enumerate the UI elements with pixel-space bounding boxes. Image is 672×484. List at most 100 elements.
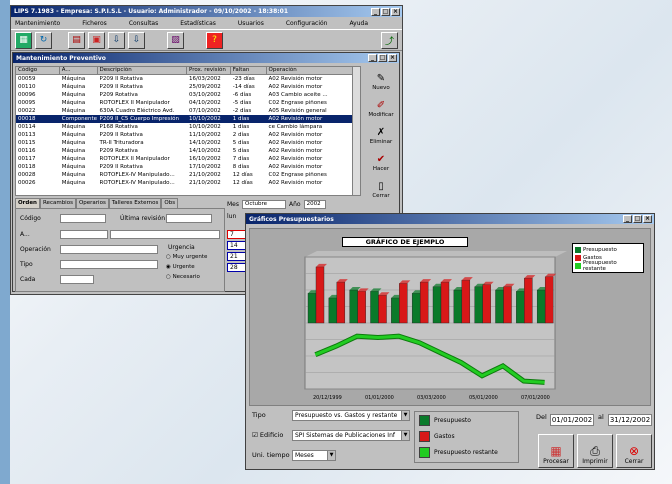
chart-plot-area: 20/12/1999 01/01/2000 03/03/2000 05/01/2000… <box>249 228 651 406</box>
col-operacion[interactable]: Operación <box>267 67 360 74</box>
del-label: Del <box>536 413 547 421</box>
table-cell: 00022 <box>18 108 36 114</box>
table-cell: 00110 <box>18 84 36 90</box>
table-row[interactable]: 00026 Máquina ROTOFLEX-IV Manipulado... 21/… <box>16 179 360 187</box>
eliminar-button[interactable]: ✗ Eliminar <box>366 121 396 145</box>
ano-label: Año <box>289 200 301 208</box>
table-cell: Máquina <box>61 180 86 186</box>
cada-field[interactable] <box>60 275 94 284</box>
tab-orden[interactable]: Orden <box>15 198 40 208</box>
close-button[interactable]: × <box>391 7 400 16</box>
table-row[interactable]: 00096 Máquina P209 Rotativa 03/10/2002 -6 dí… <box>16 91 360 99</box>
col-prox-revision[interactable]: Prox. revisión <box>187 67 231 74</box>
del-date-field[interactable]: 01/01/2002 <box>550 414 594 426</box>
table-row[interactable]: 00115 Máquina TR-II Trituradora 14/10/2002 5… <box>16 139 360 147</box>
radio-urgente[interactable]: ◉ Urgente <box>166 264 195 270</box>
maint-close-button[interactable]: × <box>388 54 397 62</box>
edificio-select[interactable]: SPI Sistemas de Publicaciones Inf ▼ <box>292 430 410 441</box>
table-cell: TR-II Trituradora <box>99 140 144 146</box>
tool-spacer3 <box>187 31 203 49</box>
nuevo-button[interactable]: ✎ Nuevo <box>366 67 396 91</box>
radio-necesario[interactable]: ○ Necesario <box>166 274 200 280</box>
tool-import-icon[interactable]: ⇩ <box>108 31 125 49</box>
tool-building-icon[interactable]: ▦ <box>15 31 32 49</box>
table-cell: Máquina <box>61 108 86 114</box>
cerrar-chart-button[interactable]: ⊗ Cerrar <box>616 434 652 468</box>
tool-book-icon[interactable]: ▣ <box>88 31 105 49</box>
table-body: 00059 Máquina P209 II Rotativa 16/03/2002 -2… <box>16 75 360 187</box>
modificar-button[interactable]: ✐ Modificar <box>366 94 396 118</box>
tool-exit-icon[interactable]: ⤴ <box>381 31 398 49</box>
menu-consultas[interactable]: Consultas <box>129 20 158 27</box>
tab-talleres[interactable]: Talleres Externos <box>108 198 162 208</box>
mes-select[interactable]: Octubre <box>242 199 286 209</box>
tool-spacer <box>55 31 65 49</box>
tool-refresh-icon[interactable]: ↻ <box>35 31 52 49</box>
menu-configuracion[interactable]: Configuración <box>286 20 328 27</box>
table-row[interactable]: 00110 Máquina P209 II Rotativa 25/09/2002 -1… <box>16 83 360 91</box>
tab-operarios[interactable]: Operarios <box>75 198 109 208</box>
menu-ayuda[interactable]: Ayuda <box>349 20 368 27</box>
radio-muy-urgente[interactable]: ○ Muy urgente <box>166 254 207 260</box>
menu-ficheros[interactable]: Ficheros <box>82 20 107 27</box>
bar-1-5 <box>419 281 429 324</box>
unitiempo-select[interactable]: Meses ▼ <box>292 450 336 461</box>
table-cell: Máquina <box>61 84 86 90</box>
col-a[interactable]: A... <box>60 67 98 74</box>
table-cell: A02 Revisión motor <box>268 132 323 138</box>
tool-doc-icon[interactable]: ▤ <box>68 31 85 49</box>
table-cell: A02 Revisión motor <box>268 164 323 170</box>
table-cell: A02 Revisión motor <box>268 148 323 154</box>
app-titlebar: LIPS 7.1983 - Empresa: S.P.I.S.L - Usuar… <box>11 6 402 17</box>
hacer-button[interactable]: ✔ Hacer <box>366 148 396 172</box>
tab-recambios[interactable]: Recambios <box>39 198 76 208</box>
tool-export-icon[interactable]: ⇩ <box>128 31 145 49</box>
table-row[interactable]: 00114 Máquina P168 Rotativa 10/10/2002 1 día… <box>16 123 360 131</box>
legend-restante: Presupuesto restante <box>575 260 641 272</box>
a-select[interactable] <box>60 230 108 239</box>
maint-maximize-button[interactable]: □ <box>378 54 387 62</box>
tool-chart-icon[interactable]: ▨ <box>167 31 184 49</box>
a-desc-field[interactable] <box>110 230 220 239</box>
menu-mantenimiento[interactable]: Mantenimiento <box>15 20 60 27</box>
maximize-button[interactable]: □ <box>381 7 390 16</box>
table-cell: 1 días <box>232 124 250 130</box>
edificio-checkbox[interactable]: ☑ Edificio <box>252 431 283 439</box>
table-row[interactable]: 00018 Componente P209 II_C5 Cuerpo Impresi… <box>16 115 360 123</box>
col-faltan[interactable]: Faltan <box>231 67 267 74</box>
chart-wall-top <box>305 251 567 257</box>
left-stripe <box>0 0 10 484</box>
table-row[interactable]: 00116 Máquina P209 Rotativa 14/10/2002 5 día… <box>16 147 360 155</box>
maint-minimize-button[interactable]: _ <box>368 54 377 62</box>
table-row[interactable]: 00059 Máquina P209 II Rotativa 16/03/2002 -2… <box>16 75 360 83</box>
operacion-select[interactable] <box>60 245 158 254</box>
table-row[interactable]: 00117 Máquina ROTOFLEX II Manipulador 16/10… <box>16 155 360 163</box>
tipo-select[interactable]: Presupuesto vs. Gastos y restante ▼ <box>292 410 410 421</box>
tipo-select[interactable] <box>60 260 158 269</box>
chart-close-button[interactable]: × <box>643 215 652 223</box>
table-row[interactable]: 00113 Máquina P209 II Rotativa 11/10/2002 2 … <box>16 131 360 139</box>
table-row[interactable]: 00022 Máquina 630A Cuadro Eléctrico Avd. 07… <box>16 107 360 115</box>
ultima-revision-field[interactable] <box>166 214 212 223</box>
table-row[interactable]: 00028 Máquina ROTOFLEX-IV Manipulado... 21/… <box>16 171 360 179</box>
imprimir-button[interactable]: ⎙ Imprimir <box>577 434 613 468</box>
codigo-field[interactable] <box>60 214 106 223</box>
table-row[interactable]: 00095 Máquina ROTOFLEX II Manipulador 04/10… <box>16 99 360 107</box>
ano-field[interactable]: 2002 <box>303 199 326 209</box>
chart-minimize-button[interactable]: _ <box>623 215 632 223</box>
chart-maximize-button[interactable]: □ <box>633 215 642 223</box>
bar-1-4 <box>399 283 408 324</box>
table-cell: 00117 <box>18 156 36 162</box>
tab-obs[interactable]: Obs <box>161 198 179 208</box>
menu-usuarios[interactable]: Usuarios <box>238 20 264 27</box>
col-codigo[interactable]: Código <box>16 67 60 74</box>
cerrar-button[interactable]: ▯ Cerrar <box>366 175 396 199</box>
tool-help-icon[interactable]: ? <box>206 31 223 49</box>
table-row[interactable]: 00118 Máquina P209 II Rotativa 17/10/2002 8 … <box>16 163 360 171</box>
al-date-field[interactable]: 31/12/2002 <box>608 414 652 426</box>
procesar-button[interactable]: ▦ Procesar <box>538 434 574 468</box>
menu-estadisticas[interactable]: Estadísticas <box>180 20 216 27</box>
table-scrollbar[interactable] <box>352 67 360 195</box>
minimize-button[interactable]: _ <box>371 7 380 16</box>
col-descripcion[interactable]: Descripción <box>98 67 187 74</box>
